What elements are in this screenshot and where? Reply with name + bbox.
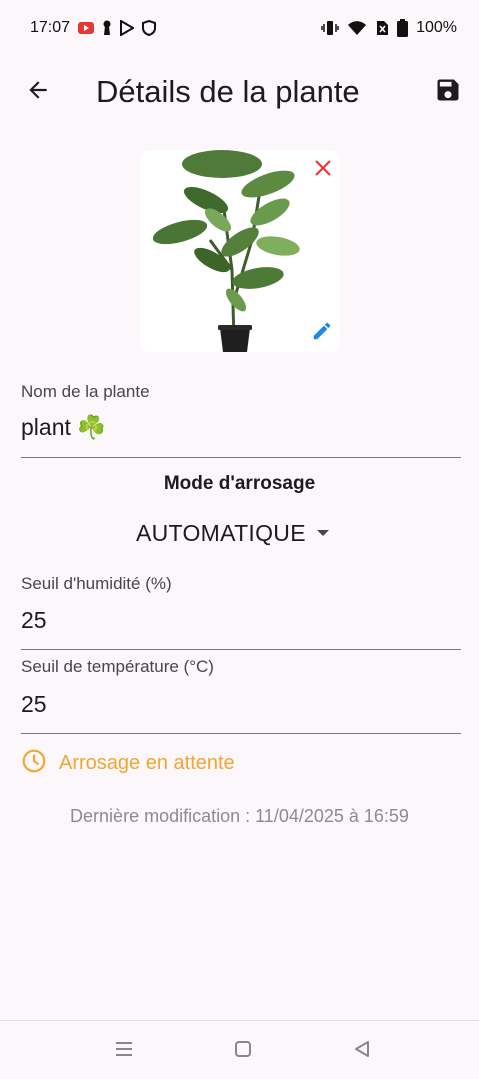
back-button[interactable] xyxy=(18,72,58,112)
watering-mode-value: AUTOMATIQUE xyxy=(136,519,306,546)
system-nav-bar xyxy=(0,1021,479,1079)
remove-photo-button[interactable] xyxy=(310,157,336,183)
save-button[interactable] xyxy=(428,72,468,112)
plant-name-field[interactable]: Nom de la plante plant ☘️ xyxy=(21,382,461,458)
vibrate-icon xyxy=(321,20,339,36)
humidity-threshold-label: Seuil d'humidité (%) xyxy=(21,574,172,593)
youtube-icon xyxy=(78,21,95,35)
close-icon xyxy=(314,159,332,182)
status-left: 17:07 xyxy=(30,19,157,37)
menu-icon xyxy=(114,1041,134,1062)
app-bar: Détails de la plante xyxy=(0,56,479,128)
system-back-button[interactable] xyxy=(348,1037,376,1065)
keyhole-icon xyxy=(102,20,112,36)
plant-name-label: Nom de la plante xyxy=(21,382,150,401)
dropdown-arrow-icon xyxy=(316,524,330,542)
status-right: 100% xyxy=(321,19,457,37)
battery-icon xyxy=(397,19,409,37)
watering-status-label: Arrosage en attente xyxy=(59,751,235,774)
battery-percentage: 100% xyxy=(416,19,457,36)
shield-icon xyxy=(142,20,157,36)
humidity-threshold-field[interactable]: Seuil d'humidité (%) 25 xyxy=(21,574,461,650)
play-store-icon xyxy=(120,20,135,36)
plant-name-value[interactable]: plant ☘️ xyxy=(21,414,106,441)
clock-icon xyxy=(21,748,47,779)
home-button[interactable] xyxy=(229,1037,257,1065)
edit-pencil-icon xyxy=(311,320,333,347)
page-title: Détails de la plante xyxy=(96,74,360,109)
status-bar: 17:07 100% xyxy=(0,0,479,56)
wifi-icon xyxy=(347,20,367,36)
temperature-threshold-value[interactable]: 25 xyxy=(21,691,47,718)
save-icon xyxy=(434,76,462,109)
arrow-back-icon xyxy=(25,77,51,108)
temperature-threshold-label: Seuil de température (°C) xyxy=(21,657,214,676)
watering-mode-title: Mode d'arrosage xyxy=(163,473,316,494)
watering-status: Arrosage en attente xyxy=(21,748,235,778)
screen: 17:07 100% Détails de la plante Nom de l… xyxy=(0,0,479,1079)
home-icon xyxy=(234,1040,252,1063)
no-sim-icon xyxy=(375,20,389,36)
humidity-threshold-value[interactable]: 25 xyxy=(21,607,47,634)
back-icon xyxy=(353,1040,371,1063)
watering-mode-dropdown[interactable]: AUTOMATIQUE xyxy=(136,514,330,552)
edit-photo-button[interactable] xyxy=(309,320,335,346)
temperature-threshold-field[interactable]: Seuil de température (°C) 25 xyxy=(21,657,461,734)
status-time: 17:07 xyxy=(30,19,71,36)
recent-apps-button[interactable] xyxy=(110,1037,138,1065)
last-modified-text: Dernière modification : 11/04/2025 à 16:… xyxy=(70,806,409,826)
